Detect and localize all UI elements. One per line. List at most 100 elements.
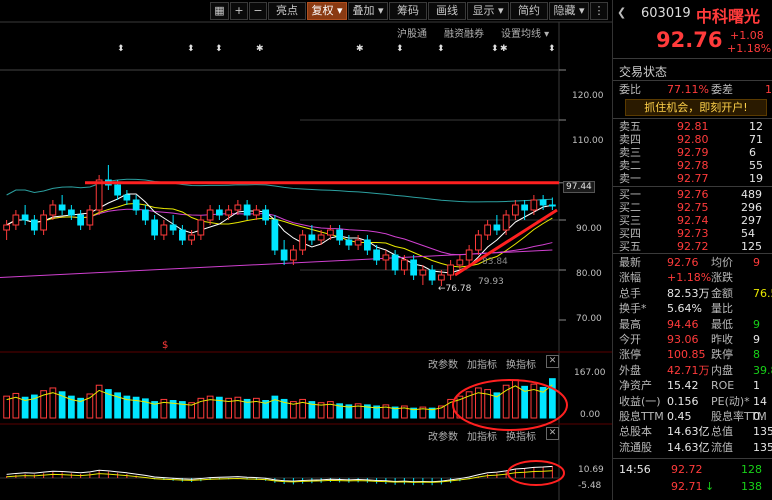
toolbar-btn-hide[interactable]: 隐藏 ▾ [549, 2, 589, 20]
stat-value: 94.46 [667, 317, 699, 331]
candle-body [549, 204, 556, 207]
promo-banner[interactable]: 抓住机会，即刻开户! [625, 99, 767, 116]
margin-trading-label[interactable]: 融资融券 [444, 25, 484, 40]
tick-row: 14:56 92.72 128 [613, 463, 772, 477]
toolbar-btn-draw[interactable]: 画线 [428, 2, 466, 20]
plus-icon[interactable]: + [230, 2, 248, 20]
bid-volume: 54 [741, 227, 755, 240]
event-marker[interactable]: ✱ [356, 44, 364, 54]
bid-row: 买三 92.74 297 [613, 214, 772, 228]
macd-add-indicator-button[interactable]: 加指标 [467, 428, 497, 443]
volume-add-indicator-button[interactable]: 加指标 [467, 356, 497, 371]
price-tick: 70.00 [576, 314, 602, 324]
candle-body [373, 249, 380, 261]
event-marker[interactable]: ⬍ [117, 44, 125, 54]
more-icon[interactable]: ⋮ [590, 2, 608, 20]
candle-body [382, 254, 390, 261]
toolbar-btn-chips[interactable]: 筹码 [389, 2, 427, 20]
stat-value: 9 [753, 317, 760, 331]
candle-body [179, 229, 186, 241]
volume-bar [549, 378, 556, 419]
volume-close-button[interactable]: ✕ [546, 355, 559, 368]
bid-price: 92.75 [677, 201, 709, 214]
candle-body [280, 249, 288, 261]
event-marker[interactable]: ⬍ [491, 44, 499, 54]
candle-body [77, 214, 84, 226]
down-arrow-icon[interactable]: ❮ [617, 6, 626, 19]
macd-close-button[interactable]: ✕ [546, 427, 559, 440]
candle-body [484, 224, 491, 236]
stat-value: 14.63亿 [667, 425, 710, 439]
stock-connect-label[interactable]: 沪股通 [397, 25, 427, 40]
stock-name: 中科曙光 [696, 7, 761, 26]
event-marker[interactable]: ✱ [256, 44, 264, 54]
toolbar-btn-simple[interactable]: 简约 [510, 2, 548, 20]
event-marker[interactable]: ✱ [500, 44, 508, 54]
stat-label: 最新 [619, 256, 641, 269]
candle-body [49, 204, 57, 216]
stat-row: 涨停 100.85 跌停 8 [613, 348, 772, 362]
ask-label: 卖五 [619, 120, 641, 133]
bid-price: 92.72 [677, 240, 709, 253]
macd-edit-params-button[interactable]: 改参数 [428, 428, 458, 443]
volume-edit-params-button[interactable]: 改参数 [428, 356, 458, 371]
ma-settings-button[interactable]: 设置均线 ▾ [501, 25, 549, 40]
candle-body [132, 199, 140, 211]
ask-row: 卖五 92.81 12 [613, 120, 772, 134]
candle-body [86, 209, 94, 226]
candle-body [364, 239, 371, 251]
stat-value: 42.71万 [667, 363, 710, 377]
candle-body [40, 214, 47, 231]
candle-body [114, 184, 121, 196]
candle-body [317, 234, 325, 241]
stat-label: 收益(一) [619, 394, 661, 408]
candle-body [428, 269, 436, 281]
toolbar-btn-overlay[interactable]: 叠加 ▾ [348, 2, 388, 20]
ask-row: 卖一 92.77 19 [613, 172, 772, 186]
chart-area[interactable]: ▦ + − 亮点 复权 ▾ 叠加 ▾ 筹码 画线 显示 ▾ 简约 隐藏 ▾ ⋮ … [0, 0, 612, 500]
tick-time: 14:56 [619, 463, 651, 476]
candle-body [123, 194, 131, 201]
ask-volume: 6 [749, 146, 756, 159]
toolbar-btn-adjust[interactable]: 复权 ▾ [307, 2, 347, 20]
stat-label: 总值 [711, 425, 733, 439]
stat-value: 15.42 [667, 379, 699, 393]
candle-body [419, 269, 427, 276]
candle-body [216, 209, 223, 216]
toolbar-btn-highlights[interactable]: 亮点 [268, 2, 306, 20]
stat-row: 涨幅 +1.18% 涨跌 [613, 271, 772, 285]
stat-row: 总股本 14.63亿 总值 135 [613, 425, 772, 439]
resistance-price-tag: 97.44 [563, 181, 595, 193]
stat-row: 总手 82.53万金额 76.5 [613, 287, 772, 301]
stat-row: 换手* 5.64% 量比 [613, 302, 772, 316]
stat-value: 76.5 [753, 286, 772, 300]
candle-body [456, 259, 464, 266]
candle-body [234, 204, 242, 211]
stat-label: 最高 [619, 317, 641, 331]
event-marker[interactable]: ⬍ [187, 44, 195, 54]
event-dollar-marker[interactable]: $ [162, 340, 168, 351]
ask-price: 92.80 [677, 133, 709, 146]
candle-body [12, 214, 20, 226]
ask-row: 卖三 92.79 6 [613, 146, 772, 160]
minus-icon[interactable]: − [249, 2, 267, 20]
volume-switch-indicator-button[interactable]: 换指标 [506, 356, 536, 371]
stat-row: 今开 93.06 昨收 9 [613, 333, 772, 347]
event-marker[interactable]: ⬍ [548, 44, 556, 54]
stat-label: 净资产 [619, 379, 652, 393]
candle-body [438, 274, 445, 281]
bid-row: 买二 92.75 296 [613, 201, 772, 215]
event-marker[interactable]: ⬍ [215, 44, 223, 54]
ask-label: 卖四 [619, 133, 641, 146]
event-marker[interactable]: ⬍ [396, 44, 404, 54]
event-marker[interactable]: ⬍ [437, 44, 445, 54]
grid-icon[interactable]: ▦ [210, 2, 229, 20]
kline-chart[interactable] [0, 0, 612, 500]
candle-body [188, 234, 195, 241]
bid-row: 买五 92.72 125 [613, 240, 772, 254]
candle-body [58, 204, 66, 211]
macd-switch-indicator-button[interactable]: 换指标 [506, 428, 536, 443]
toolbar-btn-display[interactable]: 显示 ▾ [467, 2, 509, 20]
quote-panel: ❮ 603019 中科曙光 92.76 +1.08 +1.18% 交易状态 委比… [612, 0, 772, 500]
candle-body [465, 249, 473, 261]
